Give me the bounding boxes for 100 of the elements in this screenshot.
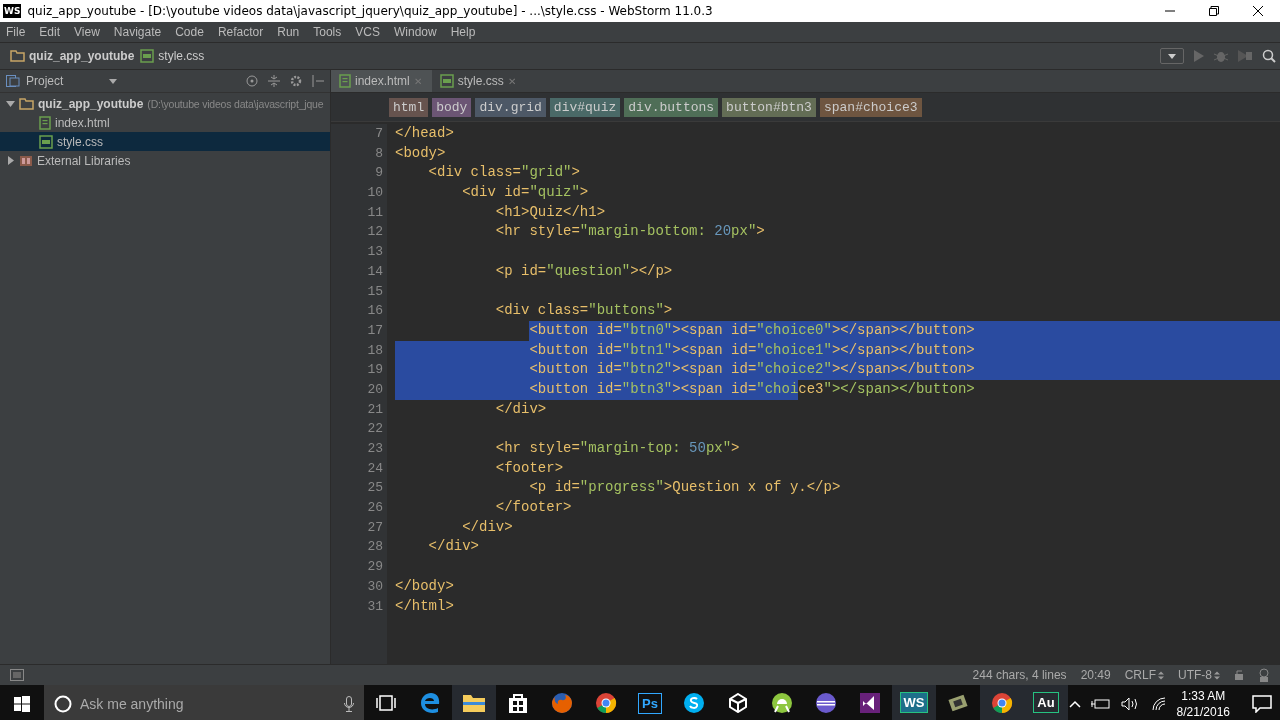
caret-icon xyxy=(1168,53,1176,59)
menu-item[interactable]: View xyxy=(74,25,100,39)
taskbar-button[interactable]: Ps xyxy=(628,685,672,720)
project-view-icon xyxy=(6,75,20,87)
code-line: </div> xyxy=(427,537,480,557)
menu-item[interactable]: Code xyxy=(175,25,204,39)
menu-item[interactable]: File xyxy=(6,25,26,39)
nav-crumb[interactable]: style.css xyxy=(140,49,205,63)
chrome-icon[interactable] xyxy=(595,692,617,714)
selection-info: 244 chars, 4 lines xyxy=(972,668,1067,682)
menu-item[interactable]: Help xyxy=(450,25,476,39)
chat-bubble-icon[interactable] xyxy=(683,692,705,714)
wifi-icon[interactable] xyxy=(1150,697,1167,711)
clock[interactable]: 1:33 AM 8/21/2016 xyxy=(1176,688,1230,720)
code-line: </div> xyxy=(461,517,514,537)
microphone-icon[interactable] xyxy=(344,696,354,712)
menu-item[interactable]: Run xyxy=(277,25,300,39)
task-view-icon[interactable] xyxy=(376,695,396,711)
expanded-arrow-icon[interactable] xyxy=(6,99,15,108)
folder-icon[interactable] xyxy=(462,692,486,713)
menu-item[interactable]: Refactor xyxy=(217,25,264,39)
line-number: 8 xyxy=(375,144,383,163)
line-number: 19 xyxy=(367,361,383,380)
tree-item[interactable]: index.html xyxy=(0,113,330,132)
breadcrumb-tag[interactable]: body xyxy=(432,97,472,117)
breadcrumb-tag[interactable]: span#choice3 xyxy=(819,97,922,117)
code-line: <div class="grid"> xyxy=(427,163,581,183)
chrome-icon[interactable] xyxy=(991,691,1013,714)
notification-icon[interactable] xyxy=(1252,695,1272,713)
menu-item[interactable]: Tools xyxy=(313,25,342,39)
tree-item[interactable]: quiz_app_youtube (D:\youtube videos data\javascript_jque xyxy=(0,94,330,113)
line-number: 15 xyxy=(367,282,383,301)
line-number: 22 xyxy=(367,420,383,439)
cube-icon[interactable] xyxy=(728,693,748,713)
code-line: <footer> xyxy=(494,458,565,478)
taskbar-button[interactable] xyxy=(980,685,1024,720)
code-line: <h1>Quiz</h1> xyxy=(494,202,607,222)
line-number: 12 xyxy=(367,223,383,242)
taskbar-button[interactable]: WS xyxy=(892,685,936,720)
crosshair-icon[interactable] xyxy=(246,75,258,87)
line-number: 28 xyxy=(367,538,383,557)
editor-tab[interactable]: index.html ✕ xyxy=(331,70,432,92)
file-encoding[interactable]: UTF-8 xyxy=(1178,668,1220,682)
line-number: 23 xyxy=(367,440,383,458)
android-icon[interactable] xyxy=(771,692,793,714)
breadcrumb-tag[interactable]: div#quiz xyxy=(549,97,621,117)
breadcrumb-tag[interactable]: div.buttons xyxy=(624,97,719,117)
breadcrumb-tag[interactable]: html xyxy=(389,97,429,117)
menu-item[interactable]: Edit xyxy=(39,25,61,39)
app-icon[interactable]: Au xyxy=(1033,692,1059,713)
html-file-icon xyxy=(39,115,51,130)
taskbar-button[interactable]: Au xyxy=(1024,685,1068,720)
close-icon xyxy=(1253,6,1263,16)
browser-e-icon[interactable] xyxy=(419,692,441,714)
chevron-up-icon[interactable] xyxy=(1068,700,1081,708)
nav-crumb[interactable]: quiz_app_youtube xyxy=(10,49,135,63)
menu-item[interactable]: VCS xyxy=(355,25,380,39)
breadcrumb-tag[interactable]: button#btn3 xyxy=(722,97,816,117)
app-logo: WS xyxy=(3,4,22,18)
folder-icon xyxy=(10,50,25,62)
search-icon[interactable] xyxy=(1262,49,1276,63)
line-number: 26 xyxy=(367,499,383,518)
tree-item[interactable]: External Libraries xyxy=(0,151,330,170)
css-file-icon xyxy=(439,74,454,88)
app-icon[interactable]: Ps xyxy=(638,692,662,714)
line-number: 7 xyxy=(375,125,383,143)
line-number: 29 xyxy=(367,558,383,577)
app-icon[interactable]: WS xyxy=(899,692,929,713)
battery-icon[interactable] xyxy=(1090,698,1111,710)
line-number: 17 xyxy=(367,321,383,340)
caret-position[interactable]: 20:49 xyxy=(1080,668,1111,682)
tree-item[interactable]: style.css xyxy=(0,132,330,151)
settings-icon[interactable] xyxy=(290,75,302,87)
menu-item[interactable]: Navigate xyxy=(113,25,162,39)
line-number: 11 xyxy=(367,203,383,222)
infinity-icon[interactable] xyxy=(859,692,881,714)
striped-globe-icon[interactable] xyxy=(815,692,837,714)
taskbar-button[interactable] xyxy=(452,685,496,720)
shopping-bag-icon[interactable] xyxy=(508,692,528,714)
panel-toggle-icon[interactable] xyxy=(10,669,24,681)
code-line: </body> xyxy=(394,576,455,596)
code-line: </div> xyxy=(494,399,548,419)
windows-logo-icon[interactable] xyxy=(14,696,30,712)
caret-icon[interactable] xyxy=(109,78,118,84)
search-field[interactable]: Ask me anything xyxy=(44,685,364,720)
collapsed-arrow-icon[interactable] xyxy=(6,156,15,165)
code-line: <div class="buttons"> xyxy=(494,301,674,321)
breadcrumb-tag[interactable]: div.grid xyxy=(475,97,546,117)
css-file-icon xyxy=(140,49,155,63)
library-icon xyxy=(19,154,33,167)
line-separator[interactable]: CRLF xyxy=(1124,668,1164,682)
code-line: <hr style="margin-top: 50px"> xyxy=(494,439,741,458)
fox-globe-icon[interactable] xyxy=(551,692,573,714)
lock-icon[interactable] xyxy=(1234,669,1244,681)
run-config-dropdown[interactable] xyxy=(1160,48,1184,64)
code-line: </html> xyxy=(394,596,455,616)
collapse-icon[interactable] xyxy=(268,75,280,87)
inspector-icon[interactable] xyxy=(1258,668,1270,682)
line-number: 30 xyxy=(367,577,383,596)
menu-item[interactable]: Window xyxy=(393,25,437,39)
